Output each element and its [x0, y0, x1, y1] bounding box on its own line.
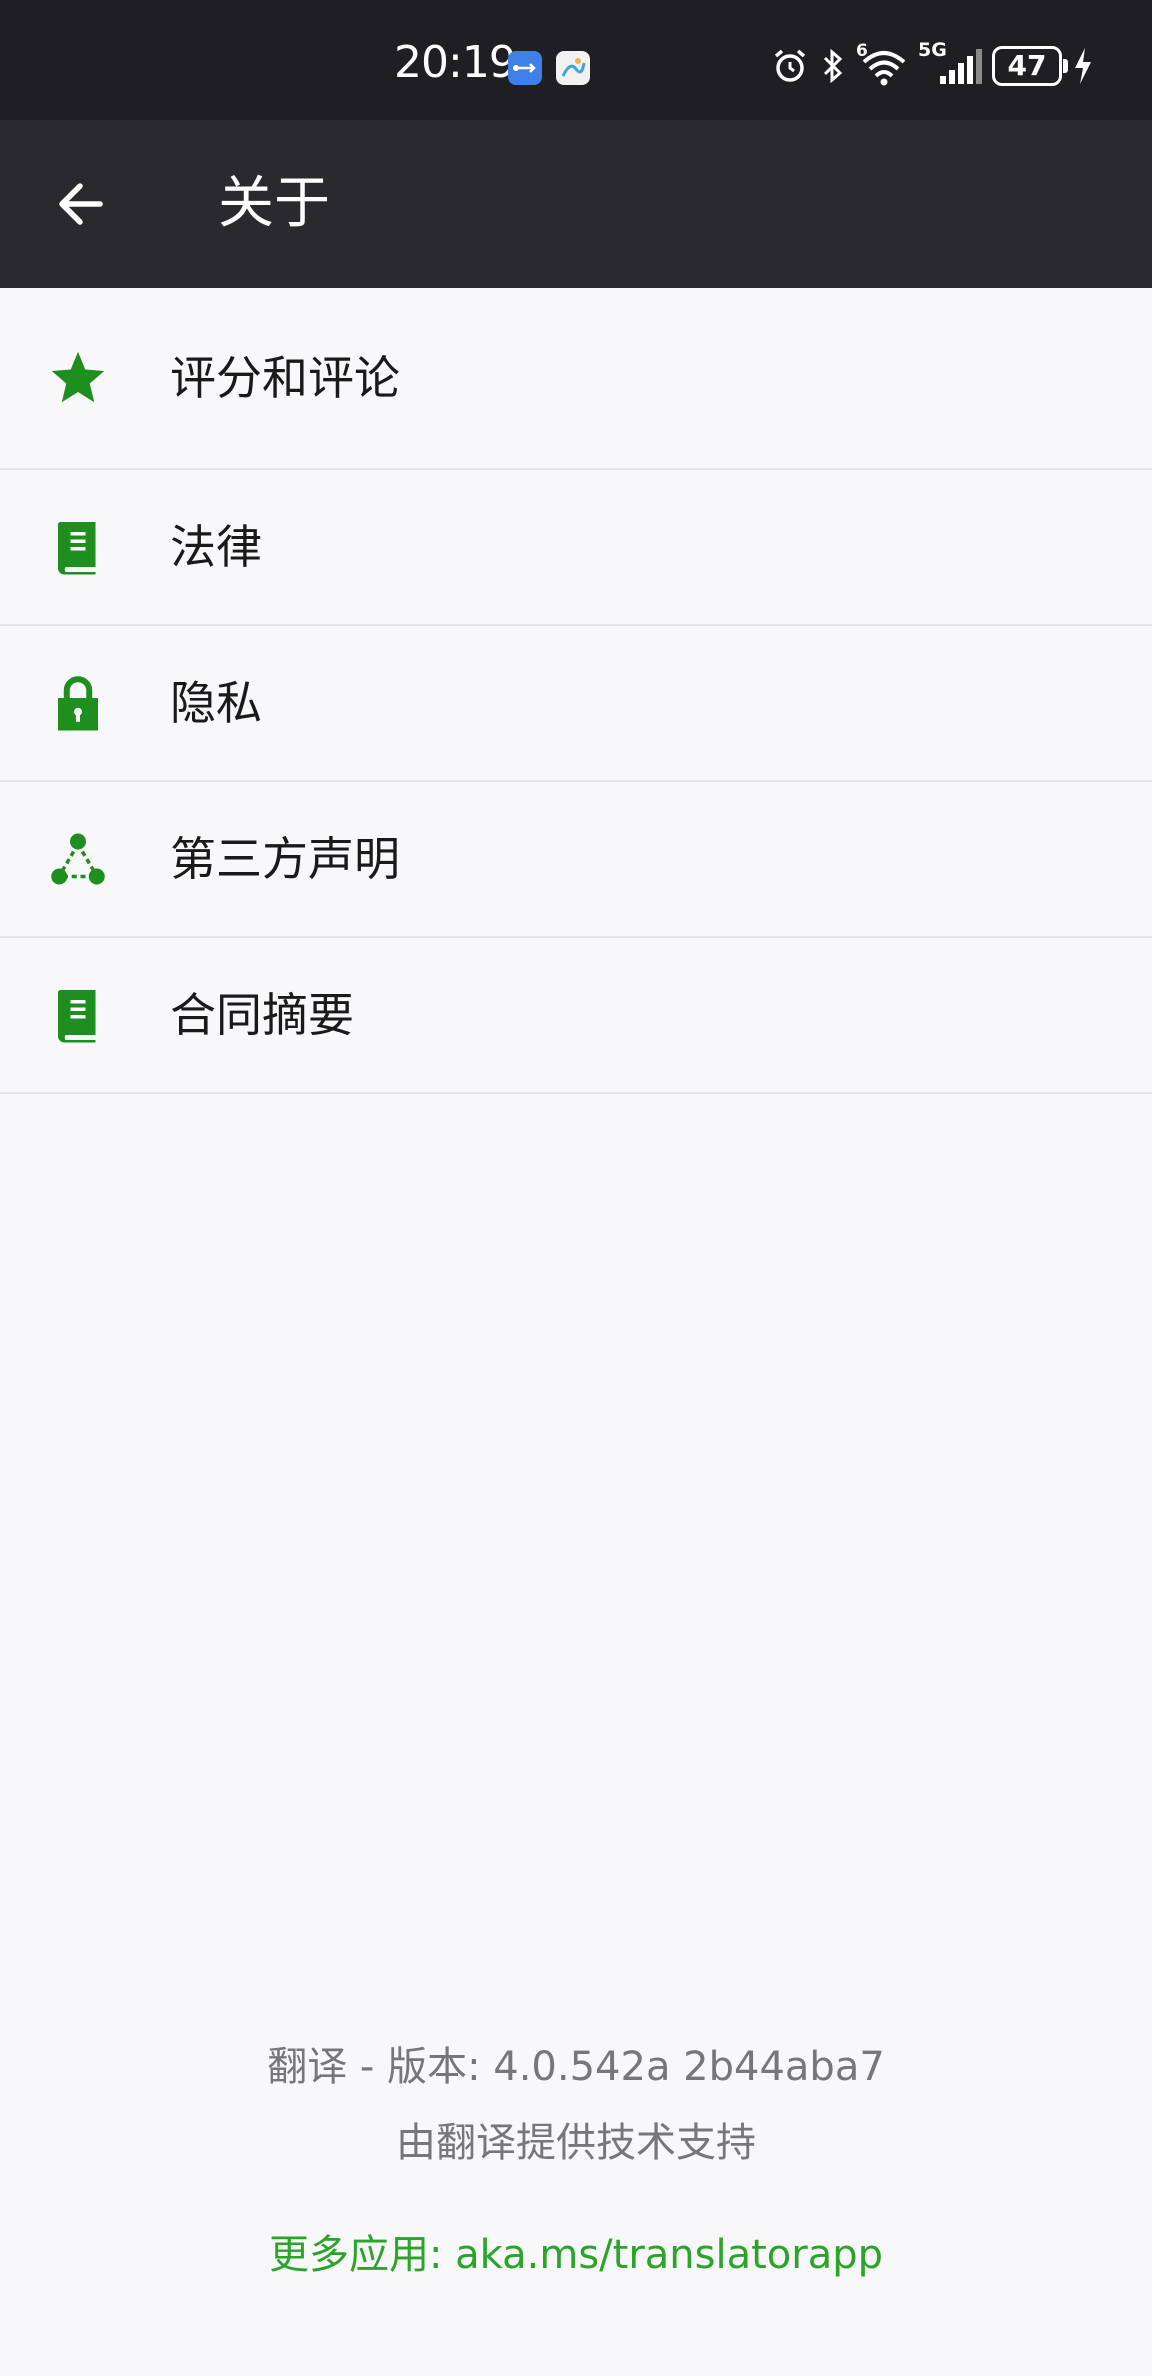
battery-level: 47: [1007, 49, 1047, 82]
about-menu-list: 评分和评论 法律 隐私 第三方声明 合同摘要: [0, 288, 1152, 1094]
menu-item-legal[interactable]: 法律: [0, 470, 1152, 626]
wifi-icon: 6: [856, 42, 908, 86]
star-icon: [48, 348, 108, 408]
back-button[interactable]: [40, 164, 120, 244]
app-notification-icon: [556, 51, 590, 85]
charging-bolt-icon: [1075, 48, 1091, 84]
menu-item-third-party-notices[interactable]: 第三方声明: [0, 782, 1152, 938]
app-bar: 关于: [0, 120, 1152, 288]
menu-item-privacy[interactable]: 隐私: [0, 626, 1152, 782]
menu-item-label: 合同摘要: [170, 988, 354, 1042]
powered-by-text: 由翻译提供技术支持: [396, 2120, 756, 2166]
menu-item-label: 第三方声明: [170, 832, 400, 886]
menu-item-rate-review[interactable]: 评分和评论: [0, 288, 1152, 470]
lock-icon: [48, 673, 108, 733]
page-title: 关于: [218, 171, 330, 236]
menu-item-label: 评分和评论: [170, 351, 400, 405]
alarm-icon: [774, 49, 806, 82]
status-time: 20:19: [394, 37, 517, 88]
battery-tip: [1063, 59, 1068, 73]
bluetooth-icon: [823, 48, 843, 84]
menu-item-label: 法律: [170, 520, 262, 574]
arrow-left-icon: [59, 183, 103, 225]
book-icon: [48, 517, 108, 577]
status-bar: 20:19 6 5G 47: [0, 0, 1152, 120]
menu-item-label: 隐私: [170, 676, 262, 730]
battery-indicator: 47: [992, 46, 1068, 86]
book-icon: [48, 985, 108, 1045]
share-nodes-icon: [48, 829, 108, 889]
more-apps-link[interactable]: 更多应用: aka.ms/translatorapp: [0, 2230, 1152, 2280]
menu-item-contract-summary[interactable]: 合同摘要: [0, 938, 1152, 1094]
usb-notification-icon: [508, 51, 542, 85]
cellular-signal-icon: 5G: [918, 40, 982, 86]
status-indicators: 6 5G 47: [770, 40, 1094, 92]
version-text: 翻译 - 版本: 4.0.542a 2b44aba7: [267, 2044, 885, 2090]
